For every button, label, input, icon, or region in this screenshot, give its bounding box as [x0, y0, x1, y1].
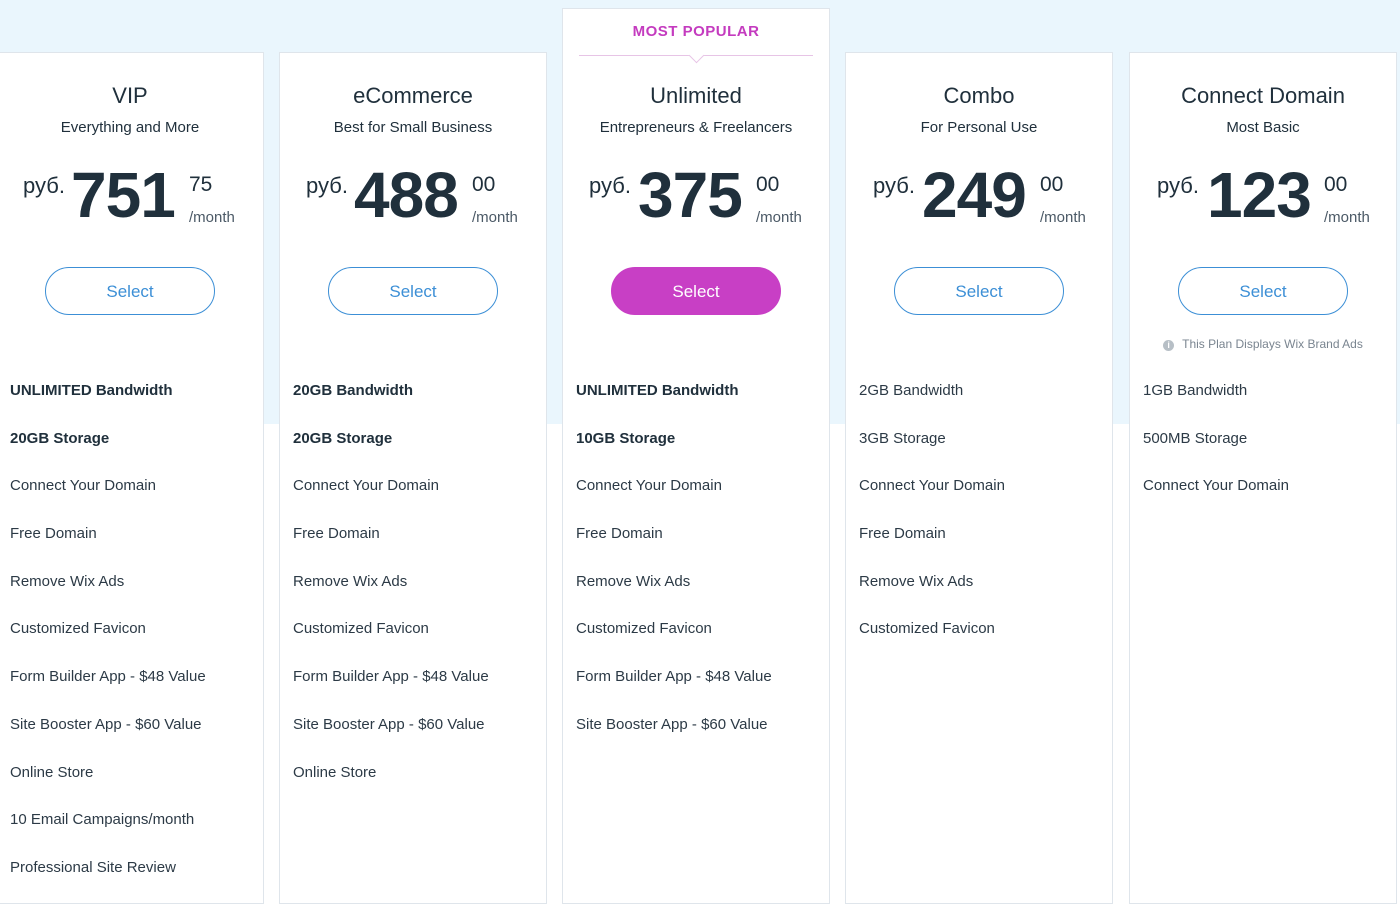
feature-item: Customized Favicon — [10, 620, 146, 638]
price-amount: 123 — [1207, 159, 1312, 231]
feature-item: Connect Your Domain — [859, 477, 1005, 495]
select-button[interactable]: Select — [894, 267, 1064, 315]
feature-item: 20GB Storage — [293, 429, 393, 447]
feature-item: Site Booster App - $60 Value — [576, 715, 768, 733]
feature-item: Free Domain — [10, 525, 97, 543]
feature-item: Connect Your Domain — [10, 477, 156, 495]
plans-container: VIP Everything and More руб. 751 75/month Sel… — [0, 0, 1400, 912]
feature-item: Free Domain — [576, 525, 663, 543]
price-period: /month — [756, 209, 802, 226]
most-popular-badge: MOST POPULAR — [563, 9, 829, 64]
price-period: /month — [189, 209, 235, 226]
feature-item: 10GB Storage — [576, 429, 676, 447]
pricing-page: VIP Everything and More руб. 751 75/month Sel… — [0, 0, 1400, 912]
feature-item: 20GB Storage — [10, 429, 110, 447]
select-button[interactable]: Select — [611, 267, 781, 315]
price-cents: 00 — [472, 173, 496, 196]
price-currency: руб. — [23, 173, 65, 198]
feature-item: UNLIMITED Bandwidth — [576, 382, 739, 399]
plan-card-ecommerce: eCommerce Best for Small Business руб. 488 0… — [279, 52, 547, 904]
feature-item: 1GB Bandwidth — [1143, 382, 1248, 399]
feature-item: Form Builder App - $48 Value — [293, 668, 489, 686]
most-popular-label: MOST POPULAR — [632, 23, 760, 40]
price-cents: 00 — [1324, 173, 1348, 196]
info-icon: i — [1163, 340, 1175, 351]
feature-item: Online Store — [10, 763, 94, 781]
feature-item: Free Domain — [293, 525, 380, 543]
brand-ads-note: i This Plan Displays Wix Brand Ads — [1130, 337, 1396, 351]
plan-price: руб. 375 00/month — [563, 163, 829, 233]
price-cents: 00 — [756, 173, 780, 196]
select-button[interactable]: Select — [45, 267, 215, 315]
feature-item: Remove Wix Ads — [10, 572, 125, 590]
feature-item: Connect Your Domain — [1143, 477, 1289, 495]
feature-item: 3GB Storage — [859, 429, 946, 447]
plan-card-connect-domain: Connect Domain Most Basic руб. 123 00/month S… — [1129, 52, 1397, 904]
plan-price: руб. 488 00/month — [280, 163, 546, 233]
plan-card-unlimited: MOST POPULAR Unlimited Entrepreneurs & Fre… — [562, 8, 830, 904]
select-button[interactable]: Select — [328, 267, 498, 315]
price-currency: руб. — [873, 173, 915, 198]
feature-item: Professional Site Review — [10, 858, 176, 876]
feature-item: Customized Favicon — [293, 620, 429, 638]
plan-card-vip: VIP Everything and More руб. 751 75/month Sel… — [0, 52, 264, 904]
plan-name: Unlimited — [650, 83, 742, 108]
price-period: /month — [472, 209, 518, 226]
plan-tagline: For Personal Use — [920, 119, 1038, 136]
plan-card-combo: Combo For Personal Use руб. 249 00/month Sele… — [845, 52, 1113, 904]
feature-list: 20GB Bandwidth 20GB Storage Connect Your D… — [293, 379, 538, 808]
feature-item: Customized Favicon — [859, 620, 995, 638]
plan-price: руб. 751 75/month — [0, 163, 263, 233]
feature-item: Form Builder App - $48 Value — [10, 668, 206, 686]
feature-item: Free Domain — [859, 525, 946, 543]
feature-item: Connect Your Domain — [576, 477, 722, 495]
feature-item: Site Booster App - $60 Value — [293, 715, 485, 733]
plan-price: руб. 249 00/month — [846, 163, 1112, 233]
feature-item: Customized Favicon — [576, 620, 712, 638]
feature-item: 20GB Bandwidth — [293, 382, 414, 399]
price-amount: 488 — [354, 159, 459, 231]
price-amount: 751 — [71, 159, 176, 231]
feature-item: 10 Email Campaigns/month — [10, 811, 195, 829]
feature-item: Site Booster App - $60 Value — [10, 715, 202, 733]
feature-item: UNLIMITED Bandwidth — [10, 382, 173, 399]
feature-item: 2GB Bandwidth — [859, 382, 964, 399]
price-cents: 75 — [189, 173, 213, 196]
price-period: /month — [1324, 209, 1370, 226]
feature-item: Online Store — [293, 763, 377, 781]
feature-list: 1GB Bandwidth 500MB Storage Connect Your D… — [1143, 379, 1388, 522]
price-currency: руб. — [589, 173, 631, 198]
select-button[interactable]: Select — [1178, 267, 1348, 315]
feature-item: Form Builder App - $48 Value — [576, 668, 772, 686]
feature-item: Connect Your Domain — [293, 477, 439, 495]
feature-item: Remove Wix Ads — [859, 572, 974, 590]
plan-tagline: Entrepreneurs & Freelancers — [599, 119, 793, 136]
plan-tagline: Everything and More — [60, 119, 200, 136]
price-cents: 00 — [1040, 173, 1064, 196]
plan-tagline: Best for Small Business — [333, 119, 493, 136]
plan-tagline: Most Basic — [1226, 119, 1300, 136]
feature-item: Remove Wix Ads — [293, 572, 408, 590]
plan-name: Connect Domain — [1181, 83, 1345, 108]
price-amount: 375 — [638, 159, 743, 231]
price-currency: руб. — [1157, 173, 1199, 198]
plan-name: Combo — [943, 83, 1015, 108]
feature-list: UNLIMITED Bandwidth 20GB Storage Connect Y… — [10, 379, 255, 904]
feature-list: 2GB Bandwidth 3GB Storage Connect Your Dom… — [859, 379, 1104, 665]
feature-item: Remove Wix Ads — [576, 572, 691, 590]
popular-notch — [688, 47, 705, 64]
brand-ads-text: This Plan Displays Wix Brand Ads — [1182, 337, 1363, 351]
plan-name: VIP — [112, 83, 148, 108]
plan-name: eCommerce — [353, 83, 473, 108]
plan-price: руб. 123 00/month — [1130, 163, 1396, 233]
feature-item: 500MB Storage — [1143, 429, 1248, 447]
price-currency: руб. — [306, 173, 348, 198]
price-period: /month — [1040, 209, 1086, 226]
price-amount: 249 — [922, 159, 1027, 231]
feature-list: UNLIMITED Bandwidth 10GB Storage Connect Y… — [576, 379, 821, 761]
